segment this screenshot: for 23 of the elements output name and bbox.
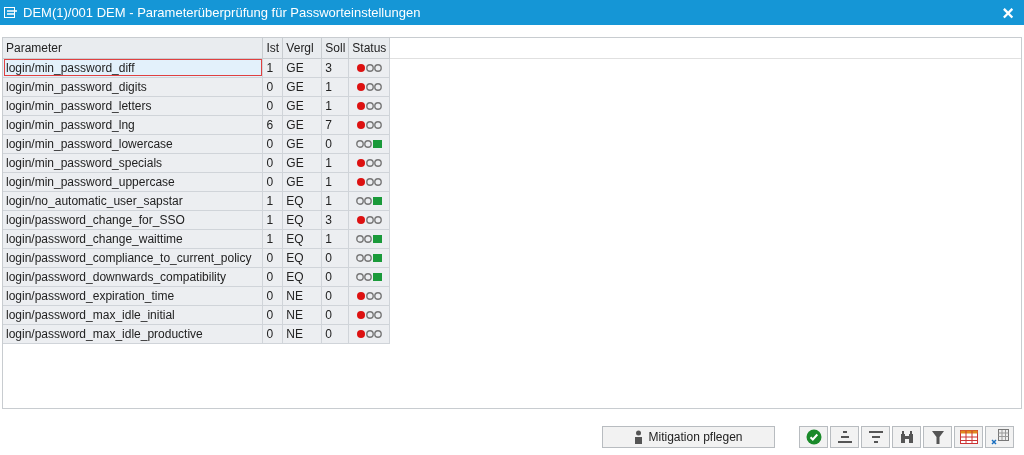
toolbar-button[interactable]: [985, 426, 1014, 448]
window-title: DEM(1)/001 DEM - Parameterüberprüfung für Passworteinstellungen: [23, 3, 421, 22]
column-header[interactable]: Ist: [262, 38, 283, 58]
toolbar-button[interactable]: [954, 426, 983, 448]
toolbar-button[interactable]: [923, 426, 952, 448]
filter-icon: [930, 429, 945, 445]
toolbar-button[interactable]: [892, 426, 921, 448]
window-menu-icon[interactable]: [4, 7, 18, 18]
column-header[interactable]: Parameter: [3, 38, 263, 58]
column-header[interactable]: Vergl: [282, 38, 322, 58]
column-header[interactable]: Soll: [321, 38, 349, 58]
toolbar-button[interactable]: [830, 426, 859, 448]
sort-ascending-icon: [836, 430, 853, 444]
check-icon: [805, 429, 822, 445]
sort-descending-icon: [867, 430, 884, 444]
table-layout-icon: [959, 430, 978, 444]
binoculars-icon: [899, 430, 914, 444]
mitigation-button[interactable]: Mitigation pflegen: [602, 426, 775, 448]
spreadsheet-export-icon: [990, 429, 1009, 445]
toolbar-button[interactable]: [799, 426, 828, 448]
person-icon: [634, 430, 644, 444]
column-header[interactable]: Status: [348, 38, 390, 58]
toolbar-button[interactable]: [861, 426, 890, 448]
